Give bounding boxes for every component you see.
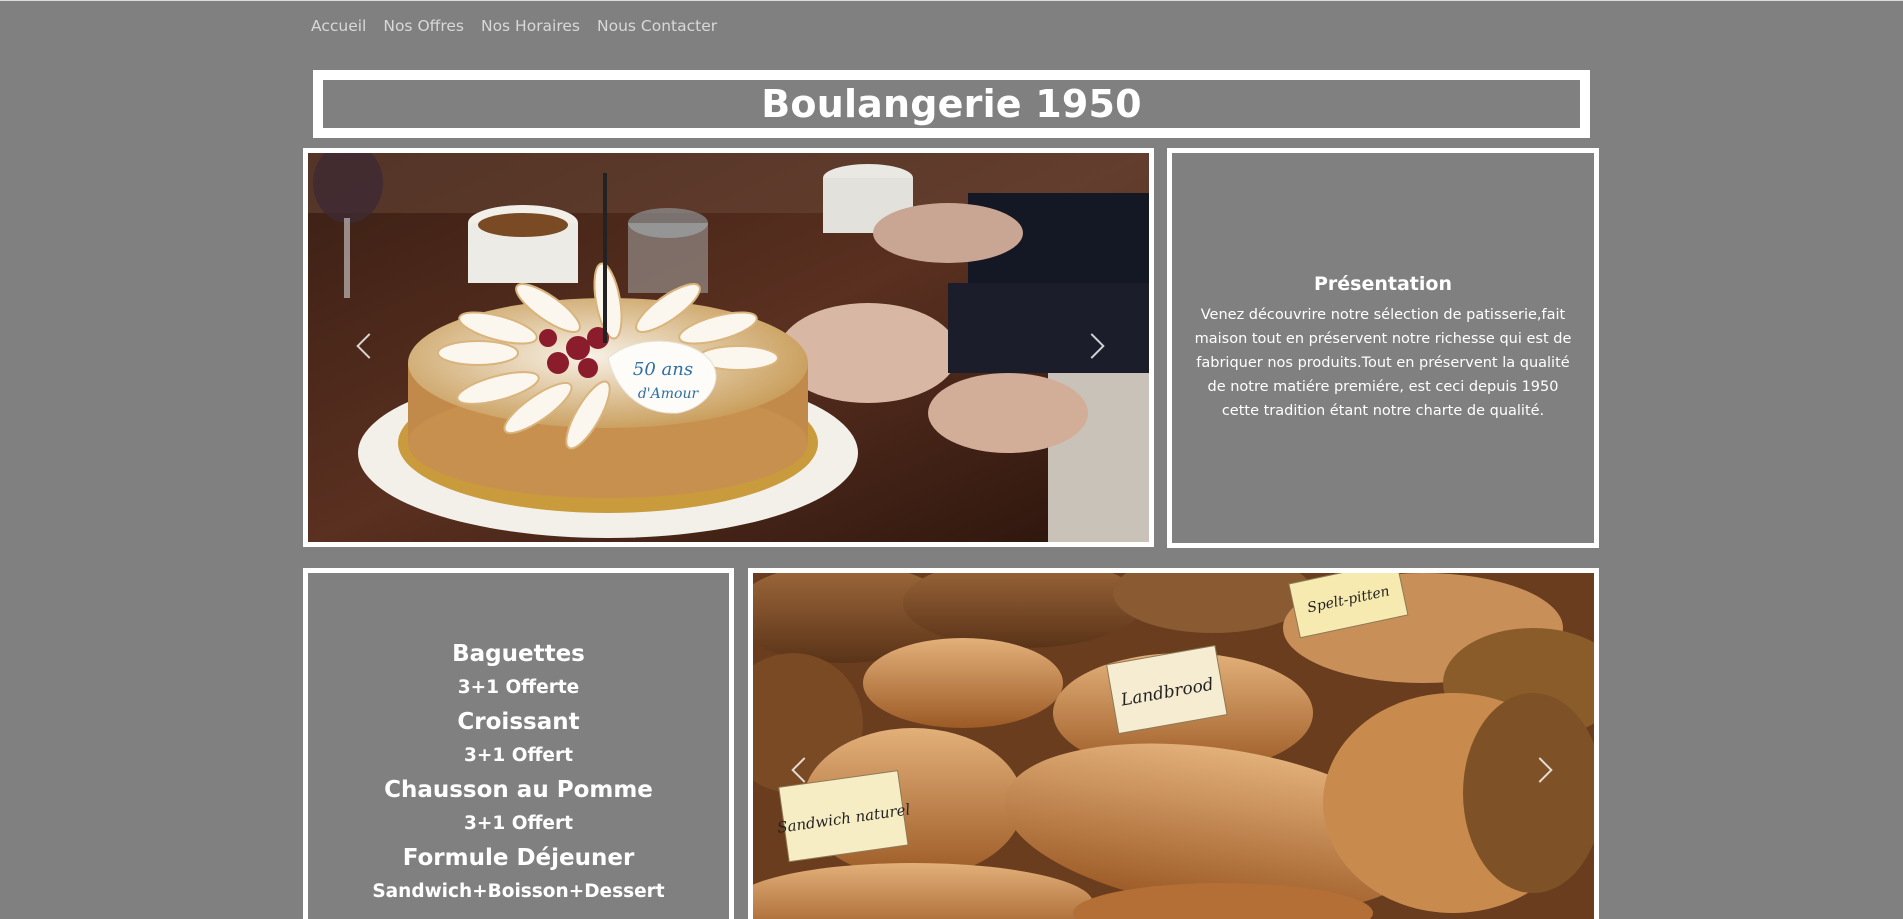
- top-nav: Accueil Nos Offres Nos Horaires Nous Con…: [311, 17, 717, 35]
- header-banner: Boulangerie 1950: [313, 70, 1590, 138]
- nav-nos-horaires[interactable]: Nos Horaires: [481, 17, 580, 35]
- offer-name: Croissant: [457, 709, 580, 735]
- page-title: Boulangerie 1950: [761, 82, 1142, 126]
- top-divider: [0, 0, 1903, 1]
- cake-text-line2: d'Amour: [638, 386, 700, 402]
- offer-name: Formule Déjeuner: [402, 845, 635, 871]
- cake-text-line1: 50 ans: [633, 359, 693, 380]
- offer-name: Chausson au Pomme: [384, 777, 653, 803]
- offer-deal: 3+1 Offert: [464, 745, 573, 766]
- offer-deal: 3+1 Offert: [464, 813, 573, 834]
- presentation-text: Venez découvrire notre sélection de pati…: [1194, 307, 1572, 419]
- presentation-panel: Présentation Venez découvrire notre séle…: [1167, 148, 1599, 548]
- offer-deal: 3+1 Offerte: [457, 677, 580, 698]
- offer-name: Baguettes: [452, 641, 585, 667]
- offer-deal: Sandwich+Boisson+Dessert: [372, 881, 665, 902]
- bread-carousel[interactable]: Landbrood Sandwich naturel Spelt-pitten: [748, 568, 1599, 919]
- presentation-heading: Présentation: [1314, 273, 1452, 295]
- cake-carousel[interactable]: 50 ans d'Amour: [303, 148, 1154, 547]
- bread-loaves-photo: Landbrood Sandwich naturel Spelt-pitten: [753, 573, 1594, 919]
- nav-nous-contacter[interactable]: Nous Contacter: [597, 17, 717, 35]
- nav-nos-offres[interactable]: Nos Offres: [383, 17, 464, 35]
- nav-accueil[interactable]: Accueil: [311, 17, 366, 35]
- offers-panel: Baguettes 3+1 Offerte Croissant 3+1 Offe…: [303, 568, 734, 919]
- birthday-cake-photo: 50 ans d'Amour: [308, 153, 1149, 542]
